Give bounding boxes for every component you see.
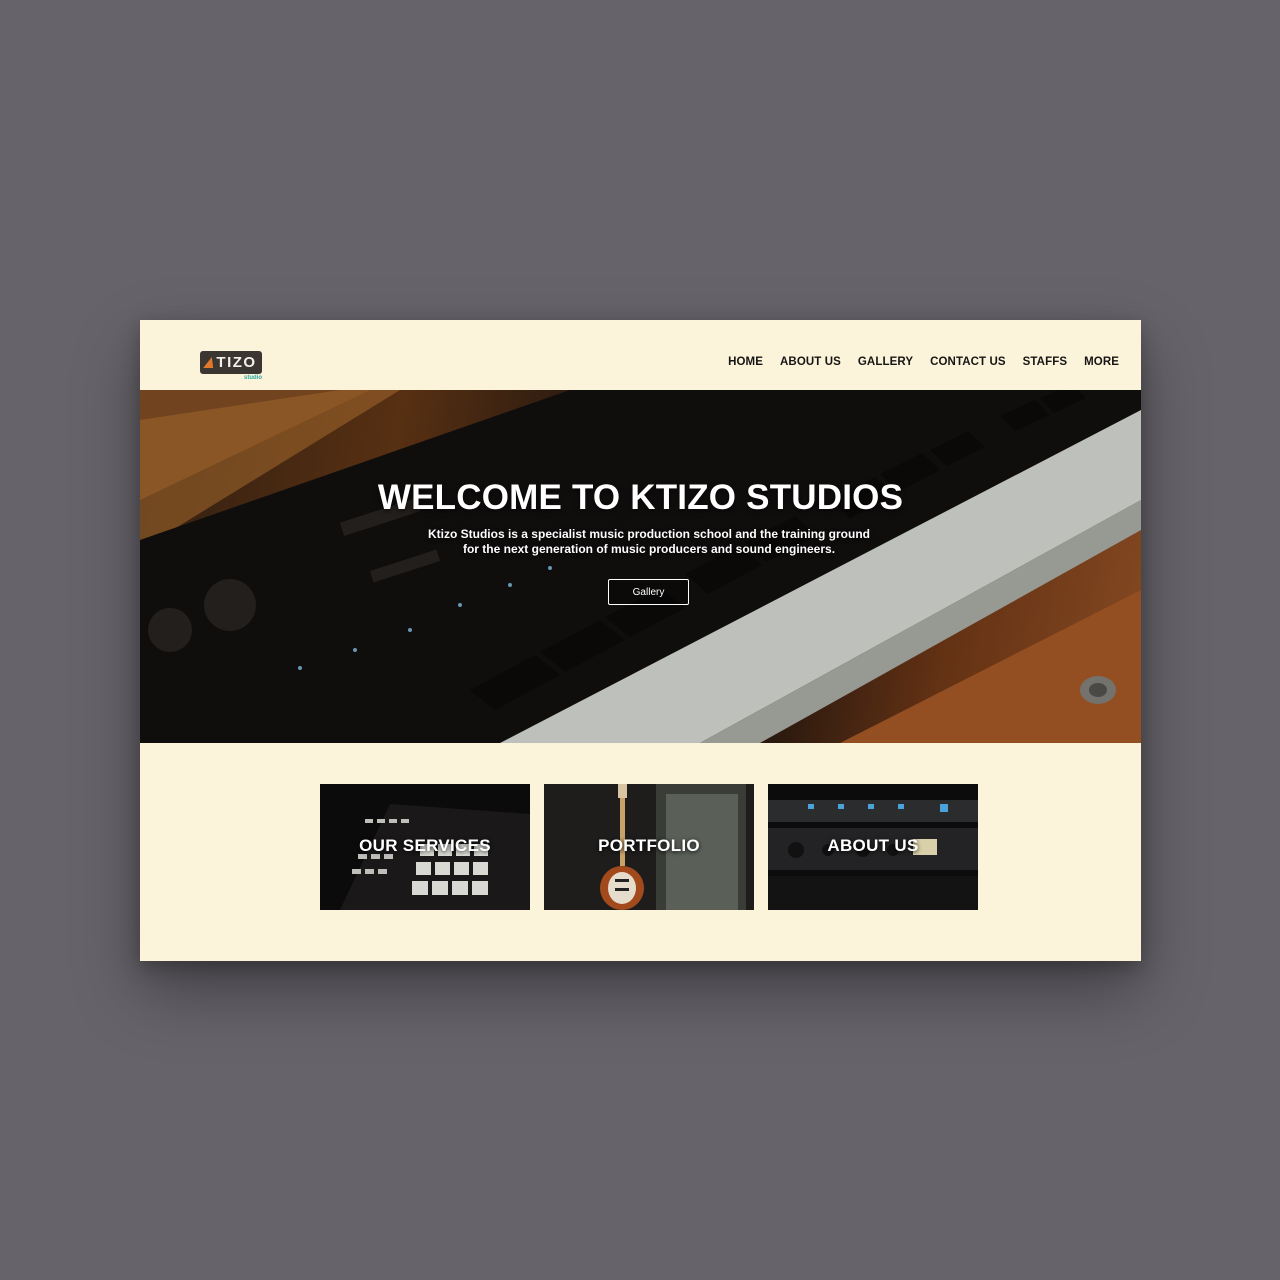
nav-about-us[interactable]: ABOUT US (780, 356, 841, 368)
logo-text: TIZO (216, 354, 257, 371)
site-header: TIZO studio HOME ABOUT US GALLERY CONTAC… (140, 320, 1141, 390)
main-nav: HOME ABOUT US GALLERY CONTACT US STAFFS … (728, 356, 1119, 368)
nav-gallery[interactable]: GALLERY (858, 356, 913, 368)
hero-title: WELCOME TO KTIZO STUDIOS (377, 478, 904, 517)
hero-overlay (140, 390, 1141, 743)
hero-description-line-2: for the next generation of music produce… (462, 542, 836, 556)
nav-staffs[interactable]: STAFFS (1023, 356, 1067, 368)
nav-more[interactable]: MORE (1084, 356, 1119, 368)
nav-contact-us[interactable]: CONTACT US (930, 356, 1006, 368)
logo-k-mark-icon (203, 357, 218, 368)
logo-box: TIZO (200, 351, 262, 374)
card-label-portfolio: PORTFOLIO (598, 836, 700, 855)
card-our-services[interactable]: OUR SERVICES (320, 784, 530, 910)
nav-home[interactable]: HOME (728, 356, 763, 368)
hero-section: WELCOME TO KTIZO STUDIOS Ktizo Studios i… (140, 390, 1141, 743)
card-label-our-services: OUR SERVICES (359, 836, 491, 855)
card-portfolio[interactable]: PORTFOLIO (544, 784, 754, 910)
ktizo-logo[interactable]: TIZO studio (200, 351, 262, 383)
card-label-about-us: ABOUT US (827, 836, 919, 855)
card-about-us[interactable]: ABOUT US (768, 784, 978, 910)
logo-subtext: studio (244, 375, 262, 381)
website-page: TIZO studio HOME ABOUT US GALLERY CONTAC… (140, 320, 1141, 961)
gallery-button[interactable]: Gallery (608, 579, 689, 605)
hero-description-line-1: Ktizo Studios is a specialist music prod… (427, 527, 871, 541)
